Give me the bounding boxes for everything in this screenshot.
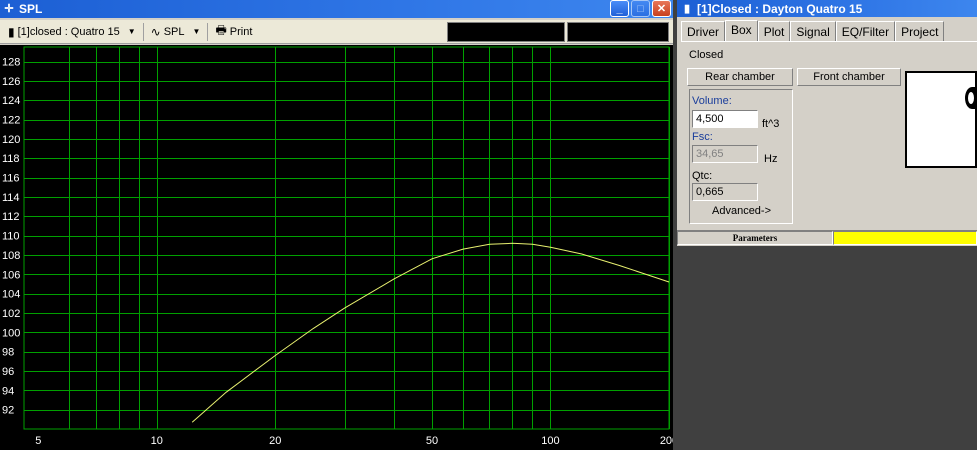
close-button[interactable]: ✕ [652, 0, 671, 17]
y-tick-label: 94 [2, 385, 14, 397]
maximize-button[interactable]: □ [631, 0, 650, 17]
y-tick-label: 92 [2, 405, 14, 417]
box-tab-content: Closed Rear chamber Front chamber Volume… [681, 41, 977, 228]
spl-titlebar[interactable]: ✛ SPL _ □ ✕ [0, 0, 673, 18]
readout-box-1 [447, 22, 565, 42]
crosshair-icon: ✛ [4, 3, 14, 15]
toolbar-divider [142, 22, 144, 41]
volume-unit: ft^3 [762, 118, 780, 130]
tab-eq-filter[interactable]: EQ/Filter [835, 21, 896, 41]
y-tick-label: 100 [2, 327, 20, 339]
chevron-down-icon: ▼ [192, 27, 201, 36]
y-tick-label: 116 [2, 173, 20, 185]
fsc-unit: Hz [764, 153, 778, 165]
close-icon: ✕ [656, 3, 667, 15]
y-tick-label: 96 [2, 366, 14, 378]
y-tick-label: 124 [2, 95, 20, 107]
tab-label: Driver [687, 24, 719, 39]
print-label: Print [229, 25, 253, 38]
x-tick-label: 200 [660, 435, 673, 447]
y-tick-label: 120 [2, 134, 20, 146]
parameter-group: Volume: 4,500 ft^3 Fsc: 34,65 Hz Qtc: 0,… [689, 89, 793, 224]
tab-label: Project [901, 24, 939, 39]
x-tick-label: 10 [151, 435, 163, 447]
advanced-button[interactable]: Advanced-> [712, 205, 771, 217]
spl-chart[interactable]: 92 94 96 98 100 102 104 106 108 110 112 114 116 118 12… [0, 45, 673, 450]
box-window-title: [1]Closed : Dayton Quatro 15 [697, 1, 863, 16]
volume-label: Volume: [692, 95, 732, 107]
tab-label: Signal [796, 24, 830, 39]
window-controls: _ □ ✕ [610, 0, 671, 17]
y-tick-label: 126 [2, 76, 20, 88]
rear-chamber-label: Rear chamber [705, 71, 775, 83]
chevron-down-icon: ▼ [127, 27, 136, 36]
tab-project[interactable]: Project [895, 21, 945, 41]
plot-type-value: SPL [163, 25, 185, 38]
box-type-label: Closed [689, 49, 724, 61]
print-button[interactable]: 🖶 Print [211, 22, 256, 42]
y-tick-label: 98 [2, 347, 14, 359]
x-tick-label: 100 [541, 435, 559, 447]
y-tick-label: 104 [2, 289, 20, 301]
volume-input[interactable]: 4,500 [692, 110, 758, 128]
status-bar: Parameters [677, 230, 977, 245]
readout-box-2 [567, 22, 669, 42]
speaker-icon [965, 87, 975, 109]
qtc-label: Qtc: [692, 170, 713, 182]
x-tick-label: 50 [426, 435, 438, 447]
driver-icon: ▮ [8, 24, 15, 39]
fsc-input: 34,65 [692, 145, 758, 163]
maximize-icon: □ [637, 2, 644, 15]
spl-window-title: SPL [19, 2, 43, 16]
minimize-icon: _ [616, 2, 623, 15]
x-tick-label: 20 [269, 435, 281, 447]
qtc-value: 0,665 [692, 183, 758, 201]
minimize-button[interactable]: _ [610, 0, 629, 17]
driver-icon: ▮ [683, 2, 691, 15]
box-window: ▮ [1]Closed : Dayton Quatro 15 Driver Bo… [677, 0, 977, 246]
driver-select-value: [1]closed : Quatro 15 [17, 25, 120, 38]
tab-signal[interactable]: Signal [790, 21, 836, 41]
tab-label: EQ/Filter [841, 24, 890, 39]
y-tick-label: 114 [2, 192, 20, 204]
front-chamber-label: Front chamber [813, 71, 885, 83]
y-tick-label: 108 [2, 250, 20, 262]
y-tick-label: 112 [2, 211, 20, 223]
wave-icon: ∿ [150, 24, 161, 39]
y-tick-label: 102 [2, 308, 20, 320]
tab-box[interactable]: Box [725, 20, 758, 42]
driver-select[interactable]: ▮ [1]closed : Quatro 15 ▼ [4, 22, 140, 42]
y-tick-label: 122 [2, 115, 20, 127]
front-chamber-button[interactable]: Front chamber [797, 68, 901, 86]
tab-label: Box [731, 23, 752, 37]
fsc-label: Fsc: [692, 131, 713, 143]
y-tick-label: 128 [2, 57, 20, 69]
spl-toolbar: ▮ [1]closed : Quatro 15 ▼ ∿ SPL ▼ 🖶 Prin… [0, 20, 673, 44]
tab-driver[interactable]: Driver [681, 21, 725, 41]
status-indicator [833, 231, 977, 245]
box-titlebar[interactable]: ▮ [1]Closed : Dayton Quatro 15 [677, 0, 977, 17]
plot-type-select[interactable]: ∿ SPL ▼ [147, 22, 205, 42]
rear-chamber-button[interactable]: Rear chamber [687, 68, 793, 86]
box-preview [905, 71, 977, 168]
y-tick-label: 110 [2, 231, 20, 243]
toolbar-divider [207, 22, 209, 41]
spl-window: ✛ SPL _ □ ✕ ▮ [1]closed : Quatro 15 ▼ ∿ … [0, 0, 673, 450]
y-tick-label: 106 [2, 269, 20, 281]
status-parameters: Parameters [677, 231, 833, 245]
y-tick-label: 118 [2, 153, 20, 165]
printer-icon: 🖶 [215, 23, 227, 37]
tab-label: Plot [763, 24, 785, 39]
tab-plot[interactable]: Plot [757, 21, 791, 41]
tab-bar: Driver Box Plot Signal EQ/Filter Project [681, 19, 945, 42]
spl-plot-area[interactable]: 92 94 96 98 100 102 104 106 108 110 112 114 116 118 12… [0, 45, 673, 450]
x-tick-label: 5 [35, 435, 41, 447]
